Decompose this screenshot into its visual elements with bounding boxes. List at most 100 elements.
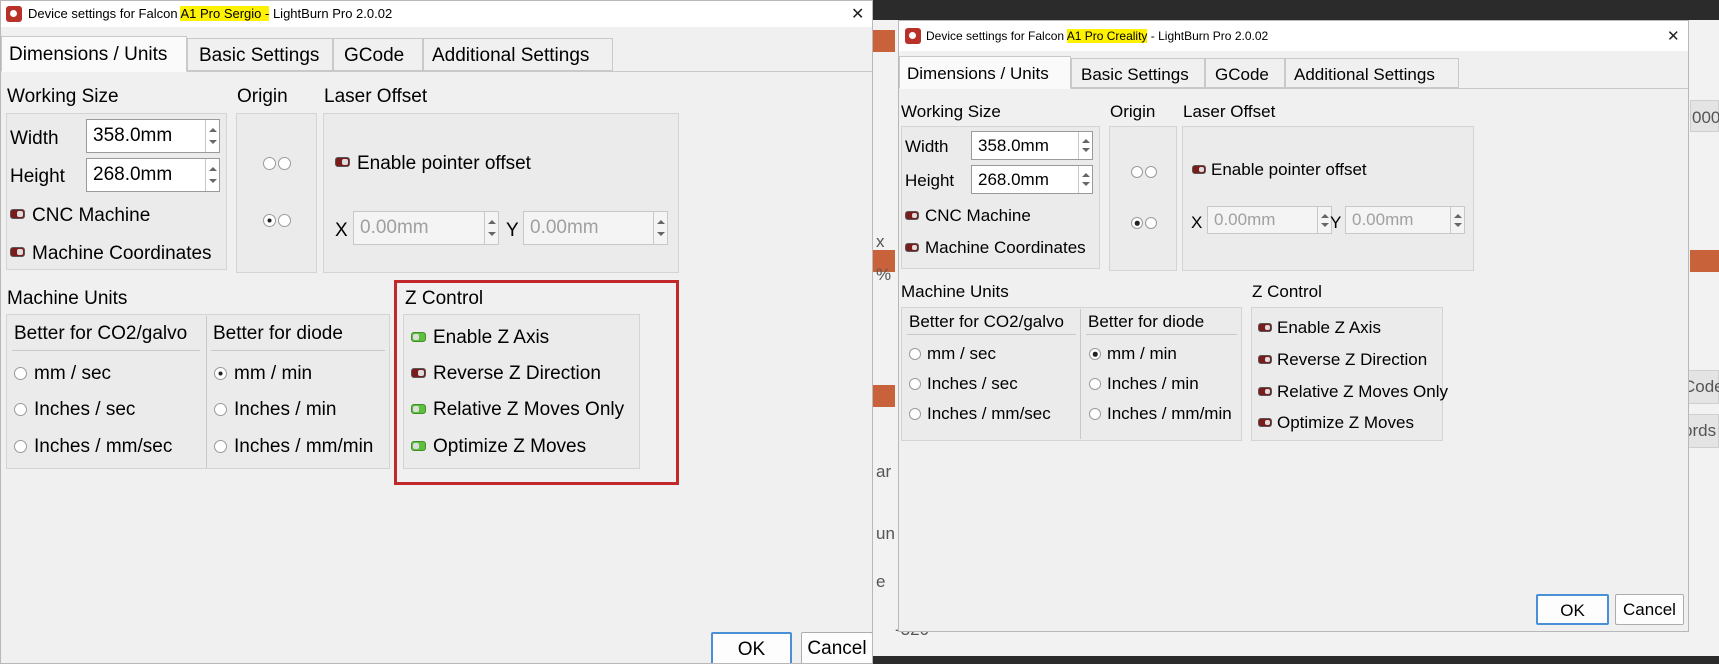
tab-gcode[interactable]: GCode — [1205, 58, 1285, 88]
offset-x-label: X — [1191, 213, 1203, 232]
height-value: 268.0mm — [93, 164, 173, 185]
enable-z-axis-toggle[interactable] — [1258, 323, 1272, 332]
origin-bottom-right-radio[interactable] — [278, 214, 291, 227]
tab-additional-settings[interactable]: Additional Settings — [1285, 58, 1459, 88]
units-inches-sec-radio[interactable] — [909, 378, 921, 390]
machine-coordinates-toggle[interactable] — [10, 247, 25, 257]
close-icon[interactable]: ✕ — [1667, 27, 1680, 45]
tab-gcode[interactable]: GCode — [333, 38, 423, 71]
units-inches-min-radio[interactable] — [214, 403, 227, 416]
units-mm-sec-radio[interactable] — [14, 367, 27, 380]
height-label: Height — [905, 171, 955, 190]
origin-bottom-left-radio[interactable] — [1131, 217, 1143, 229]
machine-coordinates-toggle[interactable] — [905, 243, 919, 252]
units-inches-mm-min-radio[interactable] — [1089, 408, 1101, 420]
ok-button[interactable]: OK — [1536, 594, 1609, 625]
enable-pointer-offset-toggle[interactable] — [1192, 165, 1206, 174]
relative-z-moves-toggle[interactable] — [1258, 387, 1272, 396]
co2-header-underline — [907, 334, 1076, 335]
z-control-highlight-box — [394, 280, 679, 485]
offset-x-stepper-arrows[interactable] — [484, 212, 498, 244]
title-suffix: LightBurn Pro 2.0.02 — [269, 6, 393, 21]
offset-y-label: Y — [1330, 213, 1342, 232]
enable-pointer-offset-toggle[interactable] — [335, 157, 350, 167]
title-prefix: Device settings for Falcon — [28, 6, 181, 21]
background-text: x — [876, 232, 885, 251]
units-inches-mm-sec-label: Inches / mm/sec — [927, 404, 1051, 423]
title-suffix: - LightBurn Pro 2.0.02 — [1147, 29, 1269, 43]
diode-header-underline — [1086, 334, 1237, 335]
diode-header-underline — [211, 350, 385, 351]
offset-y-input[interactable]: 0.00mm — [1345, 206, 1465, 234]
tab-basic-settings[interactable]: Basic Settings — [187, 38, 333, 71]
offset-y-input[interactable]: 0.00mm — [523, 211, 668, 245]
offset-y-stepper-arrows[interactable] — [1450, 207, 1464, 233]
width-input[interactable]: 358.0mm — [971, 131, 1093, 160]
cancel-button[interactable]: Cancel — [801, 632, 872, 663]
close-icon[interactable]: ✕ — [851, 4, 864, 24]
ok-button[interactable]: OK — [711, 632, 792, 663]
offset-x-input[interactable]: 0.00mm — [353, 211, 499, 245]
units-inches-min-label: Inches / min — [234, 399, 337, 420]
laser-offset-heading: Laser Offset — [324, 86, 428, 107]
height-input[interactable]: 268.0mm — [86, 158, 220, 192]
cnc-machine-toggle[interactable] — [10, 209, 25, 219]
tab-dimensions-units[interactable]: Dimensions / Units — [1, 36, 187, 72]
tab-basic-settings[interactable]: Basic Settings — [1071, 58, 1205, 88]
tab-dimensions-units[interactable]: Dimensions / Units — [899, 56, 1071, 89]
laser-offset-group — [323, 113, 679, 273]
cnc-machine-label: CNC Machine — [32, 205, 151, 226]
origin-top-left-radio[interactable] — [263, 157, 276, 170]
machine-coordinates-label: Machine Coordinates — [925, 238, 1086, 257]
cancel-button[interactable]: Cancel — [1615, 594, 1684, 625]
units-inches-min-radio[interactable] — [1089, 378, 1101, 390]
width-input[interactable]: 358.0mm — [86, 119, 220, 153]
origin-top-right-radio[interactable] — [1145, 166, 1157, 178]
title-bar: Device settings for Falcon A1 Pro Sergio… — [1, 1, 872, 27]
units-mm-min-radio[interactable] — [214, 367, 227, 380]
background-text: un — [876, 524, 895, 543]
offset-x-input[interactable]: 0.00mm — [1207, 206, 1332, 234]
units-inches-sec-radio[interactable] — [14, 403, 27, 416]
origin-bottom-left-radio[interactable] — [263, 214, 276, 227]
cnc-machine-label: CNC Machine — [925, 206, 1031, 225]
offset-x-stepper-arrows[interactable] — [1317, 207, 1331, 233]
lightburn-app-icon — [905, 28, 921, 44]
background-text: % — [876, 265, 892, 284]
height-input[interactable]: 268.0mm — [971, 165, 1093, 194]
units-inches-mm-min-label: Inches / mm/min — [234, 436, 374, 457]
units-mm-min-radio[interactable] — [1089, 348, 1101, 360]
width-stepper-arrows[interactable] — [205, 120, 219, 152]
working-size-heading: Working Size — [901, 102, 1001, 121]
co2-header-underline — [12, 350, 200, 351]
origin-top-left-radio[interactable] — [1131, 166, 1143, 178]
origin-top-right-radio[interactable] — [278, 157, 291, 170]
reverse-z-direction-toggle[interactable] — [1258, 355, 1272, 364]
laser-offset-group — [1182, 126, 1474, 271]
width-value: 358.0mm — [93, 125, 173, 146]
units-inches-mm-min-radio[interactable] — [214, 440, 227, 453]
width-value: 358.0mm — [978, 135, 1049, 155]
optimize-z-moves-toggle[interactable] — [1258, 418, 1272, 427]
width-stepper-arrows[interactable] — [1078, 132, 1092, 159]
height-stepper-arrows[interactable] — [1078, 166, 1092, 193]
machine-units-heading: Machine Units — [7, 288, 128, 309]
enable-z-axis-label: Enable Z Axis — [1277, 318, 1381, 337]
units-mm-min-label: mm / min — [1107, 344, 1177, 363]
offset-y-stepper-arrows[interactable] — [653, 212, 667, 244]
laser-offset-heading: Laser Offset — [1183, 102, 1276, 121]
tab-additional-settings[interactable]: Additional Settings — [423, 38, 613, 71]
title-highlight: A1 Pro Creality — [1066, 29, 1148, 43]
units-inches-mm-sec-radio[interactable] — [909, 408, 921, 420]
height-stepper-arrows[interactable] — [205, 159, 219, 191]
offset-x-label: X — [335, 220, 348, 241]
units-inches-mm-sec-radio[interactable] — [14, 440, 27, 453]
origin-heading: Origin — [237, 86, 288, 107]
units-mm-sec-radio[interactable] — [909, 348, 921, 360]
origin-group — [1109, 126, 1177, 271]
cnc-machine-toggle[interactable] — [905, 211, 919, 220]
title-highlight: A1 Pro Sergio - — [180, 6, 270, 21]
background-text: ar — [876, 462, 892, 481]
machine-units-divider — [1080, 309, 1081, 439]
origin-bottom-right-radio[interactable] — [1145, 217, 1157, 229]
